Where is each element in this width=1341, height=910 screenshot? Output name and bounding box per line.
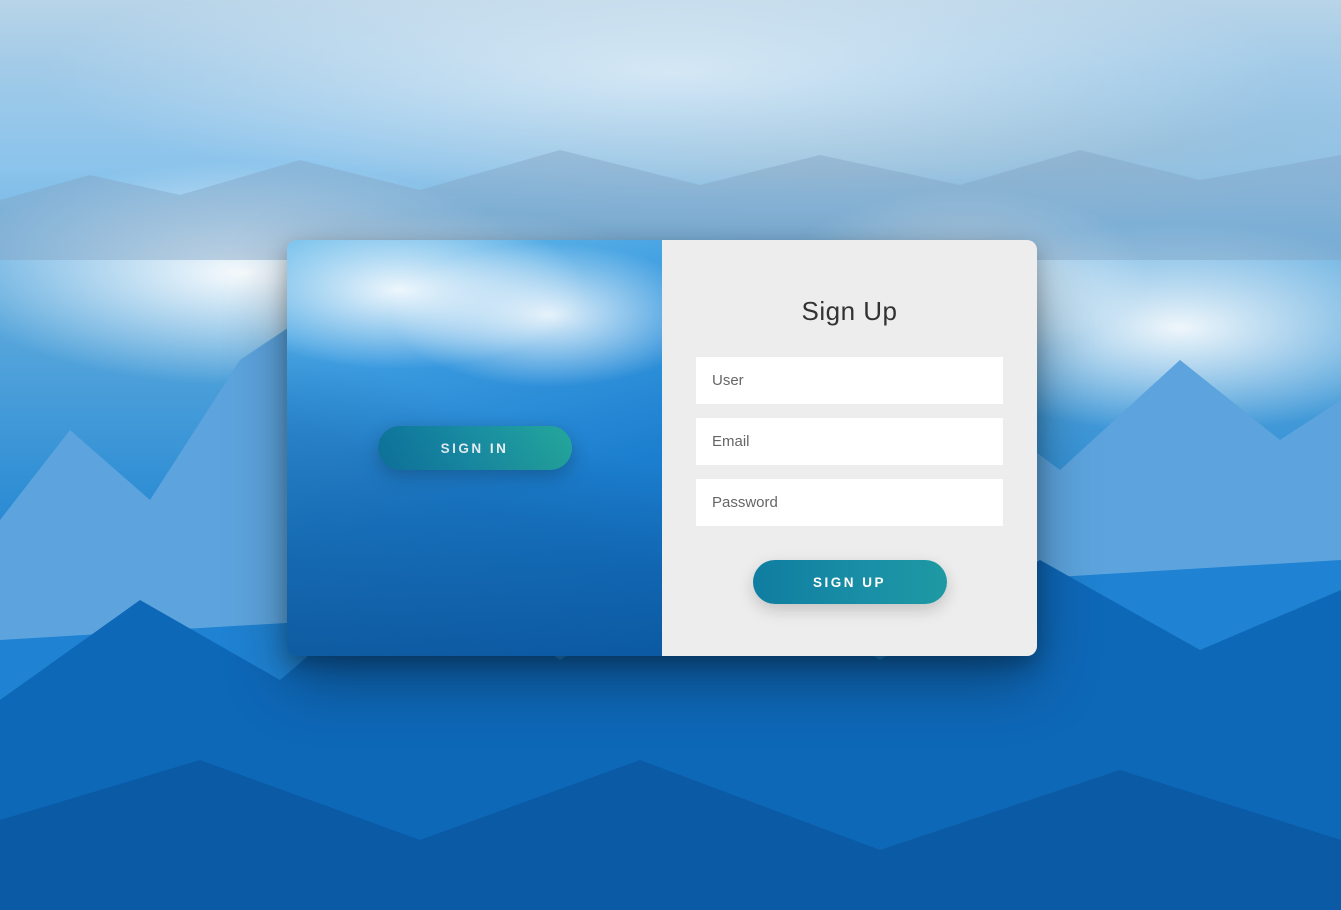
auth-card: Sign In Sign Up Sign Up xyxy=(287,240,1037,656)
password-field[interactable] xyxy=(696,479,1003,526)
signin-panel: Sign In xyxy=(287,240,662,656)
signin-button[interactable]: Sign In xyxy=(378,426,572,470)
user-field[interactable] xyxy=(696,357,1003,404)
signup-panel: Sign Up Sign Up xyxy=(662,240,1037,656)
signup-title: Sign Up xyxy=(802,296,898,327)
signup-button[interactable]: Sign Up xyxy=(753,560,947,604)
email-field[interactable] xyxy=(696,418,1003,465)
